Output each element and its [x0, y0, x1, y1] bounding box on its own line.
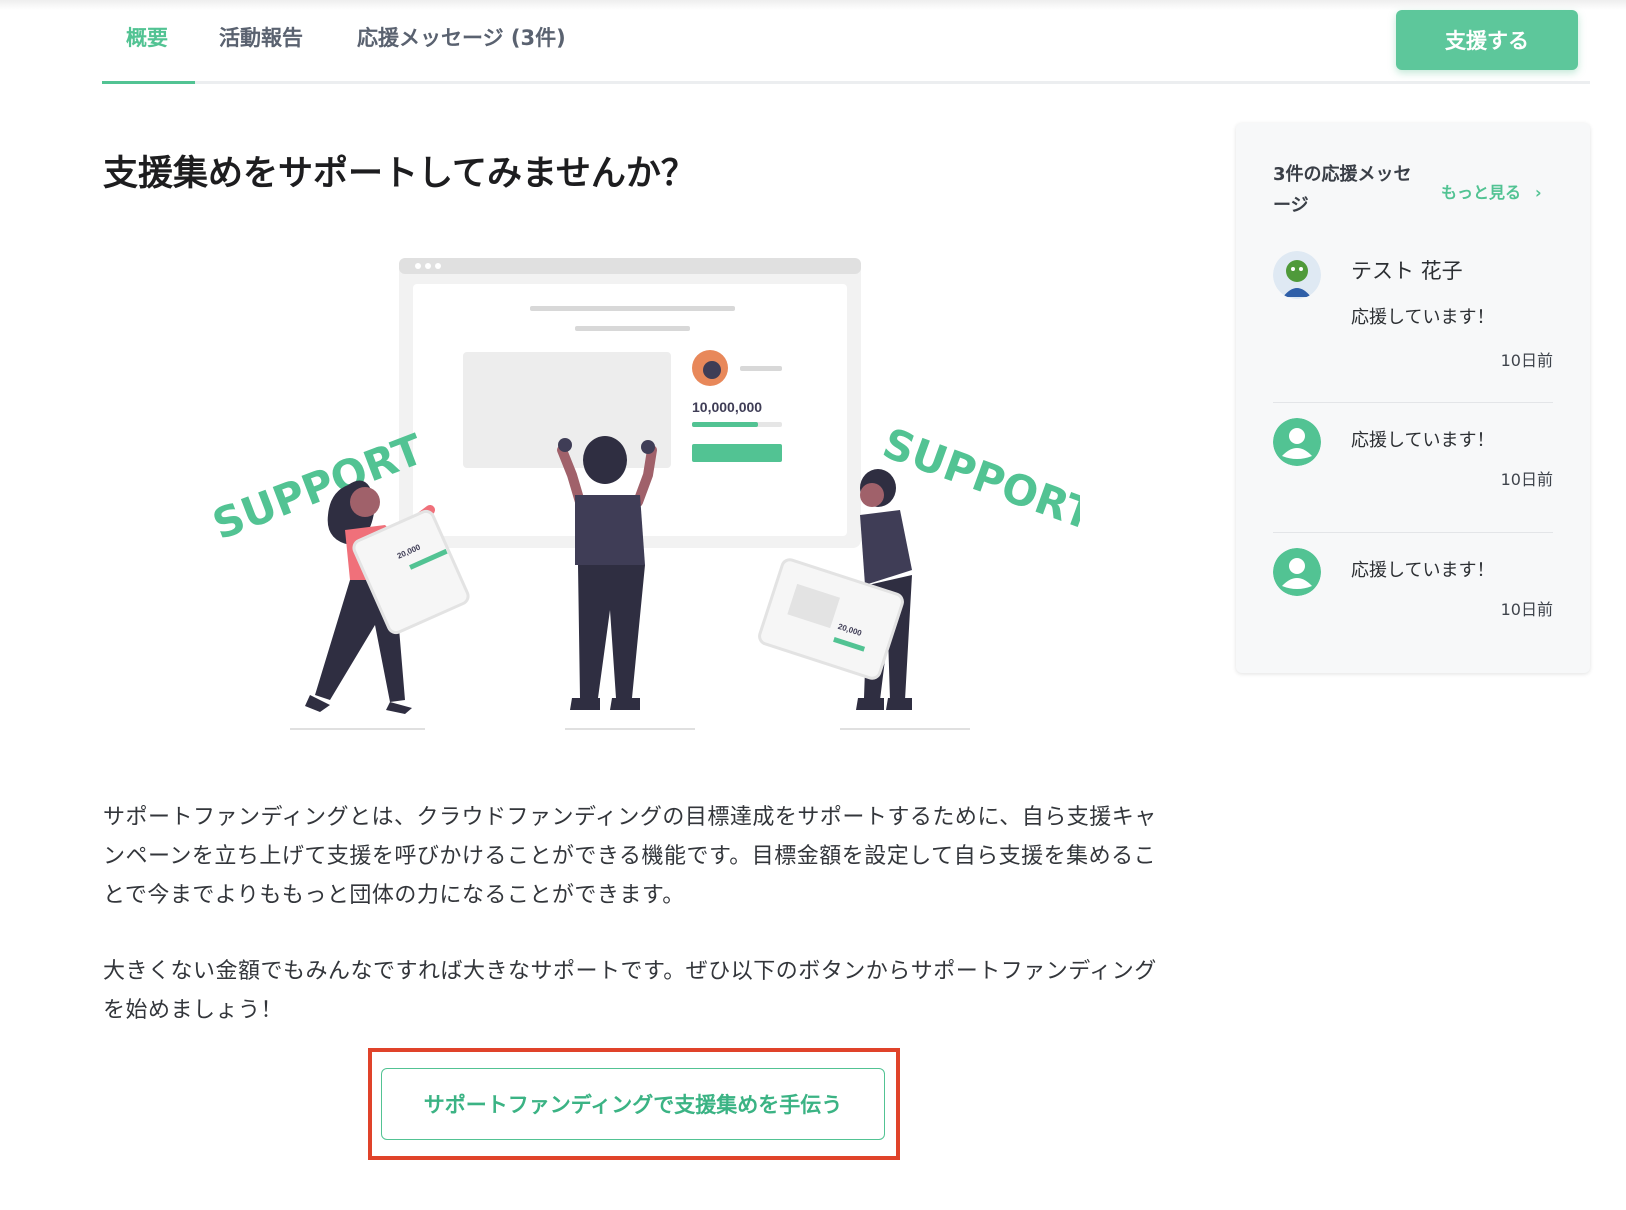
page-title: 支援集めをサポートしてみませんか？	[103, 154, 696, 194]
tab-messages[interactable]: 応援メッセージ (3件)	[357, 22, 566, 84]
message-item: 応援しています！ 10日前	[1273, 418, 1553, 498]
message-time: 10日前	[1500, 351, 1553, 370]
tab-activity-report[interactable]: 活動報告	[219, 22, 303, 84]
see-more-label: もっと見る	[1441, 183, 1522, 202]
chevron-right-icon: ›	[1535, 183, 1542, 202]
placeholder-line	[575, 326, 690, 331]
message-text: 応援しています！	[1351, 307, 1495, 328]
illustration-button	[692, 444, 782, 462]
message-item: テスト 花子 応援しています！ 10日前	[1273, 251, 1553, 381]
ground-line	[565, 728, 695, 730]
divider	[1273, 532, 1553, 533]
active-tab-indicator	[102, 81, 195, 84]
placeholder-line	[740, 366, 782, 371]
messages-sidebar: 3件の応援メッセージ もっと見る › テスト 花子 応援しています！ 10日前 応…	[1236, 123, 1590, 673]
default-user-icon	[1273, 548, 1321, 596]
message-item: 応援しています！ 10日前	[1273, 548, 1553, 628]
browser-dot-icon	[415, 263, 421, 269]
ground-line	[290, 728, 425, 730]
message-text: 応援しています！	[1351, 560, 1495, 581]
tab-bar: 概要 活動報告 応援メッセージ (3件)	[102, 0, 1590, 84]
description-paragraph-1: サポートファンディングとは、クラウドファンディングの目標達成をサポートするために…	[103, 805, 1157, 908]
divider	[1273, 402, 1553, 403]
message-time: 10日前	[1500, 600, 1553, 619]
sidebar-title: 3件の応援メッセージ	[1273, 164, 1412, 216]
support-funding-button[interactable]: サポートファンディングで支援集めを手伝う	[381, 1068, 885, 1140]
custom-avatar-icon	[1273, 251, 1321, 299]
default-user-icon	[1273, 418, 1321, 466]
description-paragraph-2: 大きくない金額でもみんなですれば大きなサポートです。ぜひ以下のボタンからサポート…	[103, 959, 1157, 1023]
message-author: テスト 花子	[1351, 259, 1463, 283]
support-button[interactable]: 支援する	[1396, 10, 1578, 70]
placeholder-line	[530, 306, 735, 311]
profile-head-icon	[703, 361, 721, 379]
browser-dot-icon	[425, 263, 431, 269]
progress-fill	[692, 422, 758, 427]
illustration-amount: 10,000,000	[692, 399, 762, 415]
illustration-svg: 10,000,000 SUPPORT SUPPORT 20,000 20,000	[206, 258, 1101, 730]
message-time: 10日前	[1500, 470, 1553, 489]
see-more-link[interactable]: もっと見る ›	[1441, 179, 1542, 203]
tab-overview[interactable]: 概要	[126, 22, 168, 84]
support-illustration: 10,000,000 SUPPORT SUPPORT 20,000 20,000	[200, 240, 1101, 750]
support-text-right: SUPPORT	[877, 418, 1080, 540]
browser-titlebar	[399, 258, 861, 274]
browser-dot-icon	[435, 263, 441, 269]
ground-line	[840, 728, 970, 730]
message-text: 応援しています！	[1351, 430, 1495, 451]
